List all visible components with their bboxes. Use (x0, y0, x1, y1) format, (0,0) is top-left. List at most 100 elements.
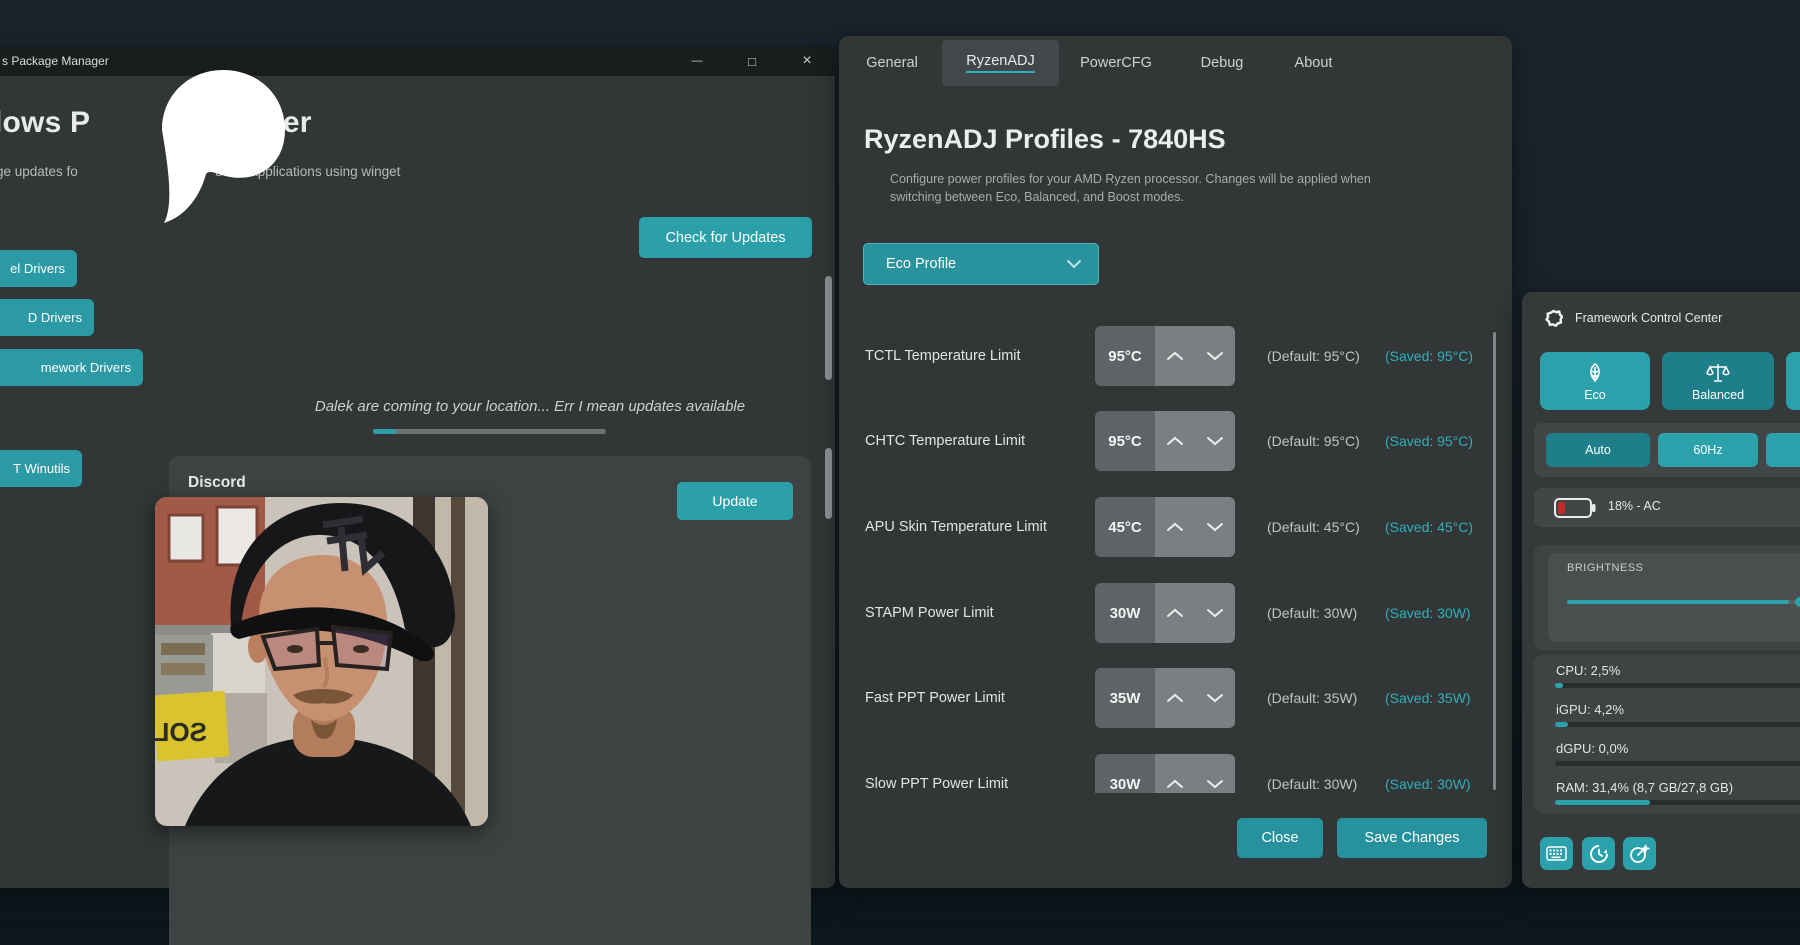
chevron-down-icon (1206, 351, 1224, 361)
increment-button[interactable] (1155, 411, 1195, 471)
battery-panel: 18% - AC (1534, 488, 1800, 527)
white-blob-overlay (148, 68, 298, 224)
chevron-down-icon (1206, 608, 1224, 618)
framework-control-center-window: Framework Control Center Eco Balanced (1522, 292, 1800, 888)
brightness-panel: BRIGHTNESS (1534, 545, 1800, 650)
ram-usage-label: RAM: 31,4% (8,7 GB/27,8 GB) (1556, 780, 1733, 795)
brightness-slider[interactable] (1567, 600, 1800, 604)
decrement-button[interactable] (1195, 497, 1235, 557)
framework-drivers-button[interactable]: mework Drivers (0, 349, 143, 386)
battery-icon (1554, 497, 1596, 519)
tab-debug[interactable]: Debug (1191, 40, 1253, 86)
decrement-button[interactable] (1195, 583, 1235, 643)
package-name: Discord (188, 474, 246, 492)
saved-value-label: (Saved: 45°C) (1385, 497, 1473, 557)
history-refresh-button[interactable] (1582, 837, 1615, 870)
framework-header: Framework Control Center (1544, 308, 1722, 327)
system-stats-panel: CPU: 2,5% iGPU: 4,2% dGPU: 0,0% RAM: 31,… (1534, 655, 1800, 813)
close-dialog-button[interactable]: Close (1237, 818, 1323, 858)
ram-usage-fill (1555, 800, 1650, 805)
dgpu-usage-label: dGPU: 0,0% (1556, 741, 1628, 756)
check-for-updates-button[interactable]: Check for Updates (639, 217, 812, 258)
spinner-value: 45°C (1095, 497, 1155, 557)
close-button[interactable]: × (785, 46, 829, 76)
update-progressbar (373, 429, 606, 434)
tab-ryzenadj[interactable]: RyzenADJ (942, 40, 1059, 86)
refresh-rate-panel: Auto 60Hz (1534, 423, 1800, 477)
cpu-usage-bar (1555, 683, 1800, 688)
svg-text:SOL: SOL (155, 717, 207, 747)
chevron-up-icon (1166, 779, 1184, 789)
ram-usage-bar (1555, 800, 1800, 805)
saved-value-label: (Saved: 30W) (1385, 583, 1471, 643)
refresh-next-button[interactable] (1766, 433, 1800, 467)
chevron-up-icon (1166, 522, 1184, 532)
refresh-60hz-button[interactable]: 60Hz (1658, 433, 1758, 467)
chevron-down-icon (1206, 779, 1224, 789)
value-spinner: 95°C (1095, 326, 1235, 386)
window-title: s Package Manager (2, 54, 109, 68)
settings-scroll-area[interactable]: TCTL Temperature Limit95°C(Default: 95°C… (839, 310, 1499, 793)
profile-select[interactable]: Eco Profile (863, 243, 1099, 285)
chevron-up-icon (1166, 351, 1184, 361)
save-changes-button[interactable]: Save Changes (1337, 818, 1487, 858)
spinner-value: 30W (1095, 754, 1155, 793)
intel-drivers-button[interactable]: el Drivers (0, 250, 77, 287)
increment-button[interactable] (1155, 497, 1195, 557)
scales-icon (1705, 361, 1731, 385)
cpu-usage-fill (1555, 683, 1563, 688)
tab-about[interactable]: About (1286, 40, 1341, 86)
maximize-button[interactable]: □ (730, 46, 774, 76)
value-spinner: 45°C (1095, 497, 1235, 557)
tab-general[interactable]: General (857, 40, 927, 86)
keyboard-backlight-button[interactable] (1540, 837, 1573, 870)
refresh-auto-button[interactable]: Auto (1546, 433, 1650, 467)
spinner-value: 95°C (1095, 411, 1155, 471)
winutils-button[interactable]: T Winutils (0, 450, 82, 487)
ryzenadj-description-line2: switching between Eco, Balanced, and Boo… (890, 190, 1184, 204)
chevron-up-icon (1166, 693, 1184, 703)
saved-value-label: (Saved: 35W) (1385, 668, 1471, 728)
battery-fill (1558, 502, 1565, 514)
brightness-slider-handle[interactable] (1795, 597, 1800, 607)
left-window-scrollbar-thumb[interactable] (825, 448, 832, 519)
increment-button[interactable] (1155, 583, 1195, 643)
page-subtitle-left-fragment: ge updates fo (0, 164, 78, 179)
setting-row-tctl: TCTL Temperature Limit95°C(Default: 95°C… (839, 326, 1499, 386)
setting-label: APU Skin Temperature Limit (865, 497, 1047, 557)
chevron-down-icon (1206, 693, 1224, 703)
setting-label: Slow PPT Power Limit (865, 754, 1008, 793)
mode-eco-button[interactable]: Eco (1540, 352, 1650, 410)
decrement-button[interactable] (1195, 326, 1235, 386)
mode-boost-button[interactable] (1786, 352, 1800, 410)
setting-row-apu-skin: APU Skin Temperature Limit45°C(Default: … (839, 497, 1499, 557)
setting-label: Fast PPT Power Limit (865, 668, 1005, 728)
maximize-icon: □ (748, 54, 756, 69)
setting-label: CHTC Temperature Limit (865, 411, 1025, 471)
igpu-usage-bar (1555, 722, 1800, 727)
chevron-down-icon (1206, 522, 1224, 532)
spinner-value: 30W (1095, 583, 1155, 643)
chevron-down-icon (1206, 436, 1224, 446)
minimize-button[interactable]: — (675, 46, 719, 76)
default-value-label: (Default: 30W) (1267, 754, 1357, 793)
decrement-button[interactable] (1195, 668, 1235, 728)
decrement-button[interactable] (1195, 411, 1235, 471)
update-button[interactable]: Update (677, 482, 793, 520)
tab-powercfg[interactable]: PowerCFG (1075, 40, 1157, 86)
increment-button[interactable] (1155, 326, 1195, 386)
igpu-usage-label: iGPU: 4,2% (1556, 702, 1624, 717)
value-spinner: 35W (1095, 668, 1235, 728)
mode-balanced-button[interactable]: Balanced (1662, 352, 1774, 410)
decrement-button[interactable] (1195, 754, 1235, 793)
increment-button[interactable] (1155, 754, 1195, 793)
ryzenadj-scrollbar[interactable] (1493, 332, 1496, 790)
chevron-up-icon (1166, 608, 1184, 618)
webcam-photo-illustration: SOL (155, 497, 488, 826)
left-window-scrollbar-thumb[interactable] (825, 276, 832, 380)
performance-settings-button[interactable] (1623, 837, 1656, 870)
increment-button[interactable] (1155, 668, 1195, 728)
default-value-label: (Default: 30W) (1267, 583, 1357, 643)
amd-drivers-button[interactable]: D Drivers (0, 299, 94, 336)
igpu-usage-fill (1555, 722, 1568, 727)
